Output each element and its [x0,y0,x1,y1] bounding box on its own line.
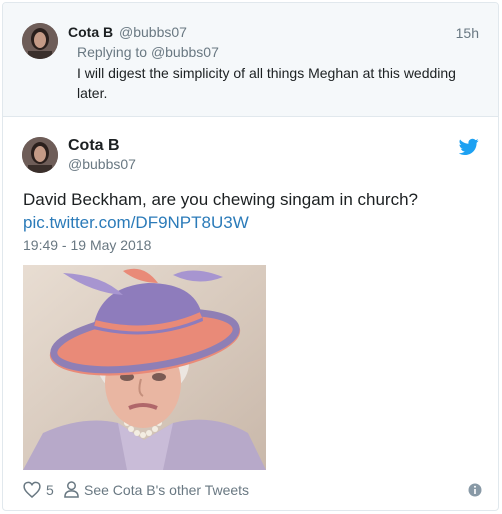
parent-avatar[interactable] [22,23,58,59]
tweet-photo[interactable] [23,265,266,470]
author-avatar[interactable] [22,137,58,173]
author-handle[interactable]: @bubbs07 [68,156,136,172]
tweet-text: David Beckham, are you chewing singam in… [23,188,483,234]
like-count[interactable]: 5 [46,482,54,498]
parent-tweet[interactable]: Cota B @bubbs07 15h Replying to @bubbs07… [3,3,498,117]
replying-handle-link[interactable]: @bubbs07 [151,44,219,60]
tweet-datetime[interactable]: 19:49 - 19 May 2018 [23,237,151,253]
heart-icon[interactable] [23,481,41,498]
twitter-bird-icon[interactable] [459,138,479,156]
parent-display-name[interactable]: Cota B [68,24,113,40]
see-other-tweets-link[interactable]: See Cota B's other Tweets [84,482,249,498]
tweet-media-link[interactable]: pic.twitter.com/DF9NPT8U3W [23,211,483,234]
info-icon[interactable] [468,483,482,497]
parent-handle[interactable]: @bubbs07 [119,24,187,40]
parent-timestamp[interactable]: 15h [456,25,479,41]
embedded-tweet-card: Cota B @bubbs07 15h Replying to @bubbs07… [2,2,499,511]
person-icon[interactable] [64,481,79,498]
tweet-body: David Beckham, are you chewing singam in… [23,190,418,209]
replying-to: Replying to @bubbs07 [77,44,219,60]
author-display-name[interactable]: Cota B [68,137,120,155]
parent-author[interactable]: Cota B @bubbs07 [68,24,187,40]
parent-tweet-text: I will digest the simplicity of all thin… [77,65,456,101]
replying-prefix: Replying to [77,44,148,60]
tweet-footer: 5 See Cota B's other Tweets [23,480,483,500]
